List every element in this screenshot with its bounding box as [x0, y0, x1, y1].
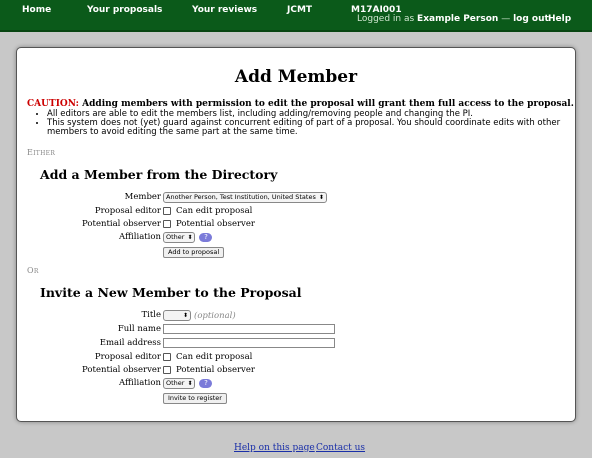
invite-section-heading: Invite a New Member to the Proposal: [40, 285, 302, 300]
full-name-label: Full name: [117, 324, 161, 334]
directory-editor-option: Can edit proposal: [176, 206, 253, 216]
directory-observer-label: Potential observer: [82, 219, 161, 229]
contact-us-link[interactable]: Contact us: [316, 443, 365, 453]
directory-observer-option: Potential observer: [176, 219, 255, 229]
invite-editor-option: Can edit proposal: [176, 352, 253, 362]
directory-editor-label: Proposal editor: [94, 206, 161, 216]
caution-label: CAUTION:: [27, 99, 79, 109]
help-on-page-link[interactable]: Help on this page: [234, 443, 315, 453]
nav-your-reviews[interactable]: Your reviews: [192, 5, 257, 15]
invite-affiliation-select[interactable]: Other ⬍: [163, 378, 196, 389]
title-optional-hint: (optional): [194, 311, 236, 321]
caution-text: Adding members with permission to edit t…: [82, 99, 574, 109]
email-input[interactable]: [163, 338, 335, 348]
chevron-updown-icon: ⬍: [187, 234, 193, 241]
user-name: Example Person: [417, 14, 499, 24]
help-question-icon[interactable]: ?: [199, 233, 213, 242]
main-panel: Add Member CAUTION: Adding members with …: [16, 47, 576, 422]
invite-observer-option: Potential observer: [176, 365, 255, 375]
chevron-updown-icon: ⬍: [187, 380, 193, 387]
member-select[interactable]: Another Person, Test Institution, United…: [163, 192, 327, 203]
invite-affiliation-value: Other: [166, 379, 185, 387]
nav-your-proposals[interactable]: Your proposals: [87, 5, 162, 15]
chevron-updown-icon: ⬍: [318, 194, 324, 201]
invite-editor-checkbox[interactable]: [163, 352, 171, 361]
nav-facility[interactable]: JCMT: [287, 5, 312, 15]
page-title: Add Member: [234, 67, 358, 87]
invite-observer-label: Potential observer: [82, 365, 161, 375]
nav-home[interactable]: Home: [22, 5, 51, 15]
full-name-input[interactable]: [163, 324, 335, 334]
invite-observer-checkbox[interactable]: [163, 365, 171, 374]
notes-list: All editors are able to edit the members…: [27, 110, 572, 137]
logged-in-as-text: Logged in as: [357, 14, 415, 24]
directory-section-heading: Add a Member from the Directory: [40, 167, 278, 182]
login-status: Logged in as Example Person — log out: [357, 14, 549, 24]
chevron-updown-icon: ⬍: [182, 312, 188, 319]
directory-observer-checkbox[interactable]: [163, 219, 171, 228]
invite-affiliation-label: Affiliation: [119, 378, 161, 388]
either-label: Either: [27, 148, 56, 157]
directory-editor-checkbox[interactable]: [163, 206, 171, 215]
directory-affiliation-value: Other: [166, 233, 185, 241]
help-question-icon[interactable]: ?: [199, 379, 213, 388]
member-label: Member: [124, 192, 161, 202]
or-label: Or: [27, 266, 39, 275]
invite-editor-label: Proposal editor: [94, 352, 161, 362]
add-to-proposal-button[interactable]: Add to proposal: [163, 247, 225, 258]
title-select[interactable]: ⬍: [163, 310, 191, 321]
directory-affiliation-select[interactable]: Other ⬍: [163, 232, 196, 243]
nav-help[interactable]: Help: [548, 14, 571, 24]
member-select-value: Another Person, Test Institution, United…: [166, 193, 316, 201]
directory-affiliation-label: Affiliation: [119, 232, 161, 242]
top-navbar: Home Your proposals Your reviews JCMT M1…: [0, 0, 592, 32]
invite-to-register-button[interactable]: Invite to register: [163, 393, 227, 404]
title-label: Title: [141, 310, 161, 320]
note-item: This system does not (yet) guard against…: [47, 119, 572, 137]
caution-message: CAUTION: Adding members with permission …: [27, 99, 574, 109]
logout-link[interactable]: log out: [513, 14, 549, 24]
email-label: Email address: [99, 338, 161, 348]
login-separator: —: [501, 14, 511, 24]
